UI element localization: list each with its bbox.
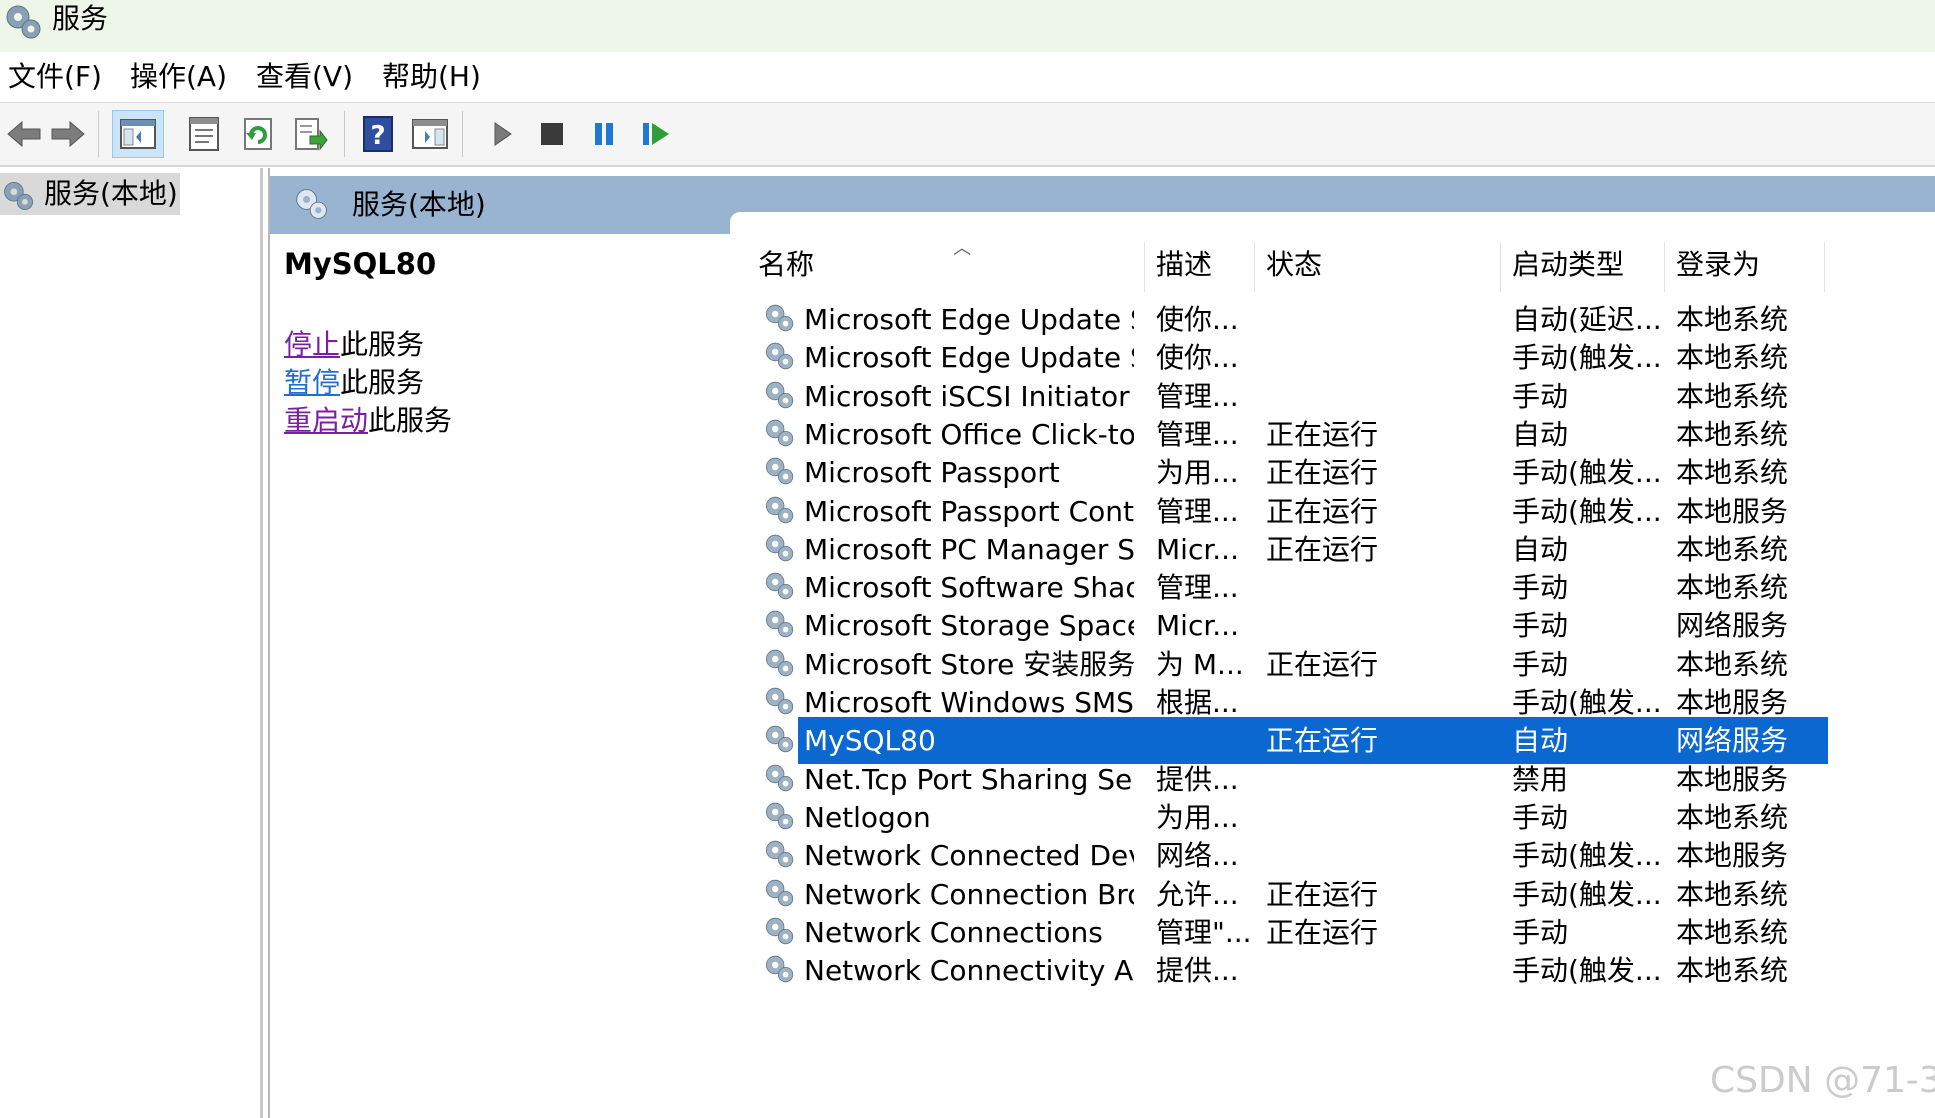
svg-text:?: ? [370,121,385,151]
cell-name: Network Connectivity Assis... [804,954,1134,988]
service-gear-icon [764,608,796,644]
service-gear-icon [764,532,796,568]
action-suffix: 此服务 [340,366,425,399]
action-suffix: 此服务 [340,328,425,361]
refresh-icon[interactable] [234,110,282,158]
forward-arrow-icon[interactable] [44,110,92,158]
export-list-icon[interactable] [286,110,334,158]
service-gear-icon [764,455,796,491]
service-gear-icon [764,685,796,721]
restart-service-link[interactable]: 重启动 [284,404,368,437]
watermark: CSDN @71-3 [1710,1060,1935,1101]
service-gear-icon [764,340,796,376]
gears-icon [294,186,330,226]
cell-status [1266,947,1496,994]
tree-node-label: 服务(本地) [44,177,178,210]
service-gear-icon [764,723,796,759]
title-bar: 服务 [0,0,1935,52]
tree-node-services-local[interactable]: 服务(本地) [0,173,180,215]
service-gear-icon [764,647,796,683]
toolbar: ? [0,103,1935,167]
column-header-log-on-as[interactable]: 登录为 [1664,234,1824,296]
service-gear-icon [764,379,796,415]
show-hide-console-tree-icon[interactable] [112,110,164,158]
service-gear-icon [764,915,796,951]
selected-service-name: MySQL80 [284,247,437,281]
services-pane: 服务(本地) MySQL80 停止此服务 暂停此服务 重启动此服务 ︿ 名称 描… [268,168,1935,1118]
service-gear-icon [764,762,796,798]
table-row[interactable]: Network Connectivity Assis... 提供... 手动(触发.… [746,947,1935,994]
menu-help[interactable]: 帮助(H) [382,60,481,94]
service-gear-icon [764,417,796,453]
stop-service-link[interactable]: 停止 [284,328,340,361]
help-icon[interactable]: ? [354,110,402,158]
gears-icon [4,2,44,46]
column-header-status[interactable]: 状态 [1254,234,1500,296]
cell-startup-type: 手动(触发... [1512,954,1660,988]
cell-log-on-as: 本地系统 [1676,954,1789,988]
action-restart: 重启动此服务 [284,403,452,439]
cell-description: 提供... [1156,954,1239,988]
service-gear-icon [764,953,796,989]
stop-service-icon[interactable] [528,110,576,158]
service-gear-icon [764,302,796,338]
menu-file[interactable]: 文件(F) [8,60,102,94]
column-header-description[interactable]: 描述 [1144,234,1254,296]
service-gear-icon [764,838,796,874]
menu-view[interactable]: 查看(V) [256,60,353,94]
services-list: ︿ 名称 描述 状态 启动类型 登录为 Microsoft Edge Updat… [746,234,1935,1118]
column-header-startup-type[interactable]: 启动类型 [1500,234,1664,296]
action-pause: 暂停此服务 [284,365,424,401]
window-title: 服务 [52,2,109,35]
resume-service-icon[interactable] [632,110,680,158]
pause-service-icon[interactable] [580,110,628,158]
service-gear-icon [764,877,796,913]
show-action-pane-icon[interactable] [406,110,454,158]
column-header-name[interactable]: 名称 [746,234,1144,296]
service-gear-icon [764,570,796,606]
pane-header-title: 服务(本地) [352,188,486,221]
action-stop: 停止此服务 [284,327,424,363]
service-gear-icon [764,494,796,530]
properties-icon[interactable] [180,110,228,158]
menu-bar: 文件(F) 操作(A) 查看(V) 帮助(H) [0,52,1935,103]
console-tree: 服务(本地) [0,168,263,1118]
back-arrow-icon[interactable] [0,110,48,158]
start-service-icon[interactable] [478,110,526,158]
gears-icon [2,179,36,217]
menu-action[interactable]: 操作(A) [130,60,227,94]
pause-service-link[interactable]: 暂停 [284,366,340,399]
action-suffix: 此服务 [368,404,453,437]
service-gear-icon [764,800,796,836]
